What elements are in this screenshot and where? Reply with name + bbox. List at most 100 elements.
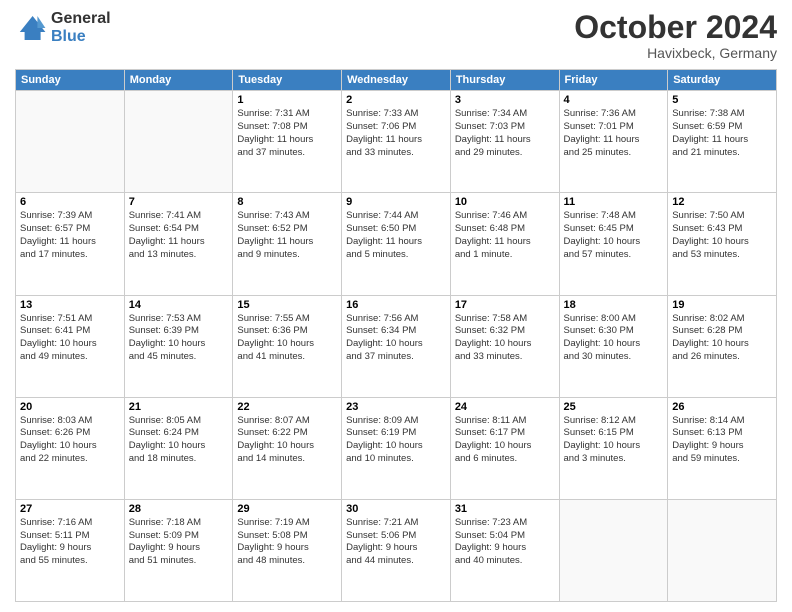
- day-number: 19: [672, 299, 772, 311]
- day-number: 7: [129, 196, 229, 208]
- day-info: Sunrise: 7:56 AMSunset: 6:34 PMDaylight:…: [346, 313, 446, 364]
- week-row-1: 1 Sunrise: 7:31 AMSunset: 7:08 PMDaylight…: [16, 91, 777, 193]
- day-info: Sunrise: 7:23 AMSunset: 5:04 PMDaylight:…: [455, 517, 555, 568]
- calendar-cell: [16, 91, 125, 193]
- calendar-cell: 29Sunrise: 7:19 AMSunset: 5:08 PMDayligh…: [233, 499, 342, 601]
- calendar-cell: 6Sunrise: 7:39 AMSunset: 6:57 PMDaylight…: [16, 193, 125, 295]
- calendar-cell: 22Sunrise: 8:07 AMSunset: 6:22 PMDayligh…: [233, 397, 342, 499]
- calendar-cell: 9Sunrise: 7:44 AMSunset: 6:50 PMDaylight…: [342, 193, 451, 295]
- header-saturday: Saturday: [668, 70, 777, 91]
- day-number: 17: [455, 299, 555, 311]
- calendar-cell: 16 Sunrise: 7:56 AMSunset: 6:34 PMDayligh…: [342, 295, 451, 397]
- calendar-cell: 10Sunrise: 7:46 AMSunset: 6:48 PMDayligh…: [450, 193, 559, 295]
- day-number: 1: [237, 94, 337, 106]
- day-info: Sunrise: 7:21 AMSunset: 5:06 PMDaylight:…: [346, 517, 446, 568]
- day-info: Sunrise: 7:53 AMSunset: 6:39 PMDaylight:…: [129, 313, 229, 364]
- week-row-4: 20 Sunrise: 8:03 AMSunset: 6:26 PMDayligh…: [16, 397, 777, 499]
- day-info: Sunrise: 7:31 AMSunset: 7:08 PMDaylight:…: [237, 108, 337, 159]
- day-info: Sunrise: 8:00 AMSunset: 6:30 PMDaylight:…: [564, 313, 664, 364]
- day-info: Sunrise: 7:55 AMSunset: 6:36 PMDaylight:…: [237, 313, 337, 364]
- day-number: 27: [20, 503, 120, 515]
- calendar-cell: 24 Sunrise: 8:11 AMSunset: 6:17 PMDayligh…: [450, 397, 559, 499]
- day-number: 20: [20, 401, 120, 413]
- calendar-header-row: Sunday Monday Tuesday Wednesday Thursday…: [16, 70, 777, 91]
- calendar-cell: 3 Sunrise: 7:34 AMSunset: 7:03 PMDaylight…: [450, 91, 559, 193]
- day-number: 26: [672, 401, 772, 413]
- calendar-cell: 5 Sunrise: 7:38 AMSunset: 6:59 PMDaylight…: [668, 91, 777, 193]
- calendar-cell: 25 Sunrise: 8:12 AMSunset: 6:15 PMDayligh…: [559, 397, 668, 499]
- day-info: Sunrise: 7:43 AMSunset: 6:52 PMDaylight:…: [237, 210, 337, 261]
- header-friday: Friday: [559, 70, 668, 91]
- day-info: Sunrise: 8:02 AMSunset: 6:28 PMDaylight:…: [672, 313, 772, 364]
- logo: General Blue: [15, 10, 111, 46]
- day-info: Sunrise: 7:51 AMSunset: 6:41 PMDaylight:…: [20, 313, 120, 364]
- calendar-cell: 21Sunrise: 8:05 AMSunset: 6:24 PMDayligh…: [124, 397, 233, 499]
- day-info: Sunrise: 7:50 AMSunset: 6:43 PMDaylight:…: [672, 210, 772, 261]
- week-row-3: 13 Sunrise: 7:51 AMSunset: 6:41 PMDayligh…: [16, 295, 777, 397]
- day-number: 16: [346, 299, 446, 311]
- day-number: 24: [455, 401, 555, 413]
- calendar-cell: 18 Sunrise: 8:00 AMSunset: 6:30 PMDayligh…: [559, 295, 668, 397]
- day-number: 2: [346, 94, 446, 106]
- day-info: Sunrise: 7:44 AMSunset: 6:50 PMDaylight:…: [346, 210, 446, 261]
- day-number: 15: [237, 299, 337, 311]
- logo-icon: [15, 12, 47, 44]
- calendar-cell: 11 Sunrise: 7:48 AMSunset: 6:45 PMDayligh…: [559, 193, 668, 295]
- day-number: 18: [564, 299, 664, 311]
- day-number: 11: [564, 196, 664, 208]
- calendar-cell: [124, 91, 233, 193]
- title-block: October 2024 Havixbeck, Germany: [574, 10, 777, 61]
- day-info: Sunrise: 7:38 AMSunset: 6:59 PMDaylight:…: [672, 108, 772, 159]
- calendar-cell: [668, 499, 777, 601]
- header-thursday: Thursday: [450, 70, 559, 91]
- calendar-cell: 27 Sunrise: 7:16 AMSunset: 5:11 PMDayligh…: [16, 499, 125, 601]
- day-number: 23: [346, 401, 446, 413]
- day-info: Sunrise: 7:48 AMSunset: 6:45 PMDaylight:…: [564, 210, 664, 261]
- day-info: Sunrise: 7:16 AMSunset: 5:11 PMDaylight:…: [20, 517, 120, 568]
- day-number: 30: [346, 503, 446, 515]
- day-number: 25: [564, 401, 664, 413]
- calendar-cell: 12 Sunrise: 7:50 AMSunset: 6:43 PMDayligh…: [668, 193, 777, 295]
- day-number: 13: [20, 299, 120, 311]
- calendar-cell: 17Sunrise: 7:58 AMSunset: 6:32 PMDayligh…: [450, 295, 559, 397]
- calendar-cell: 2 Sunrise: 7:33 AMSunset: 7:06 PMDaylight…: [342, 91, 451, 193]
- day-info: Sunrise: 8:12 AMSunset: 6:15 PMDaylight:…: [564, 415, 664, 466]
- location: Havixbeck, Germany: [574, 45, 777, 61]
- week-row-5: 27 Sunrise: 7:16 AMSunset: 5:11 PMDayligh…: [16, 499, 777, 601]
- day-info: Sunrise: 7:33 AMSunset: 7:06 PMDaylight:…: [346, 108, 446, 159]
- day-number: 12: [672, 196, 772, 208]
- page: General Blue October 2024 Havixbeck, Ger…: [0, 0, 792, 612]
- calendar-cell: 8 Sunrise: 7:43 AMSunset: 6:52 PMDaylight…: [233, 193, 342, 295]
- day-info: Sunrise: 8:03 AMSunset: 6:26 PMDaylight:…: [20, 415, 120, 466]
- header-sunday: Sunday: [16, 70, 125, 91]
- calendar-cell: 31 Sunrise: 7:23 AMSunset: 5:04 PMDayligh…: [450, 499, 559, 601]
- day-info: Sunrise: 7:41 AMSunset: 6:54 PMDaylight:…: [129, 210, 229, 261]
- calendar-table: Sunday Monday Tuesday Wednesday Thursday…: [15, 69, 777, 602]
- day-info: Sunrise: 8:11 AMSunset: 6:17 PMDaylight:…: [455, 415, 555, 466]
- day-info: Sunrise: 7:39 AMSunset: 6:57 PMDaylight:…: [20, 210, 120, 261]
- month-title: October 2024: [574, 10, 777, 45]
- calendar-cell: 15 Sunrise: 7:55 AMSunset: 6:36 PMDayligh…: [233, 295, 342, 397]
- header-tuesday: Tuesday: [233, 70, 342, 91]
- calendar-cell: 19 Sunrise: 8:02 AMSunset: 6:28 PMDayligh…: [668, 295, 777, 397]
- calendar-cell: 30 Sunrise: 7:21 AMSunset: 5:06 PMDayligh…: [342, 499, 451, 601]
- day-info: Sunrise: 8:14 AMSunset: 6:13 PMDaylight:…: [672, 415, 772, 466]
- calendar-cell: 13 Sunrise: 7:51 AMSunset: 6:41 PMDayligh…: [16, 295, 125, 397]
- day-number: 31: [455, 503, 555, 515]
- header-wednesday: Wednesday: [342, 70, 451, 91]
- day-number: 28: [129, 503, 229, 515]
- calendar-cell: 4Sunrise: 7:36 AMSunset: 7:01 PMDaylight…: [559, 91, 668, 193]
- day-number: 29: [237, 503, 337, 515]
- week-row-2: 6Sunrise: 7:39 AMSunset: 6:57 PMDaylight…: [16, 193, 777, 295]
- day-info: Sunrise: 8:09 AMSunset: 6:19 PMDaylight:…: [346, 415, 446, 466]
- day-info: Sunrise: 7:34 AMSunset: 7:03 PMDaylight:…: [455, 108, 555, 159]
- day-number: 22: [237, 401, 337, 413]
- calendar-cell: 26 Sunrise: 8:14 AMSunset: 6:13 PMDayligh…: [668, 397, 777, 499]
- day-info: Sunrise: 7:18 AMSunset: 5:09 PMDaylight:…: [129, 517, 229, 568]
- header-monday: Monday: [124, 70, 233, 91]
- day-number: 3: [455, 94, 555, 106]
- calendar-cell: 1 Sunrise: 7:31 AMSunset: 7:08 PMDaylight…: [233, 91, 342, 193]
- day-number: 8: [237, 196, 337, 208]
- day-number: 4: [564, 94, 664, 106]
- day-number: 5: [672, 94, 772, 106]
